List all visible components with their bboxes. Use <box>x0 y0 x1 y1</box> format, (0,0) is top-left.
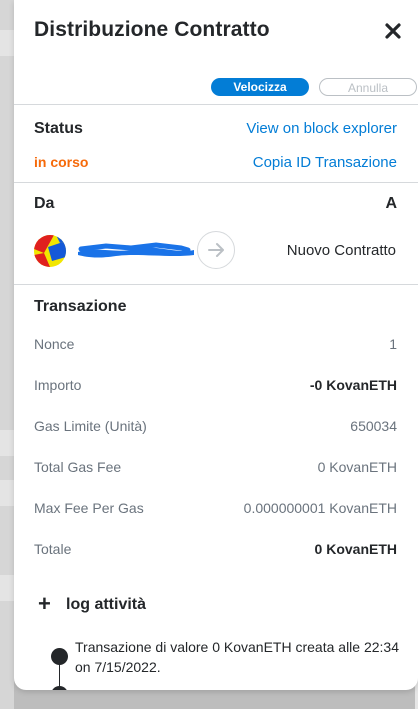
background-element <box>0 575 14 601</box>
to-name: Nuovo Contratto <box>286 242 396 259</box>
tx-row-gas-limit: Gas Limite (Unità) 650034 <box>34 418 397 438</box>
tx-row-total-gas-fee: Total Gas Fee 0 KovanETH <box>34 459 397 479</box>
copy-tx-id-link[interactable]: Copia ID Transazione <box>253 154 397 171</box>
tx-row-key: Gas Limite (Unità) <box>34 418 147 434</box>
transaction-title: Transazione <box>34 298 127 315</box>
arrow-right-icon <box>197 231 235 269</box>
from-address-redacted <box>76 242 196 258</box>
tx-row-key: Nonce <box>34 336 75 352</box>
status-label: Status <box>34 120 83 137</box>
speed-up-button[interactable]: Velocizza <box>211 78 309 96</box>
tx-row-key: Max Fee Per Gas <box>34 500 144 516</box>
activity-log-toggle[interactable]: + log attività <box>38 591 147 616</box>
tx-row-key: Importo <box>34 377 82 393</box>
block-explorer-link[interactable]: View on block explorer <box>246 120 397 137</box>
tx-row-value: 650034 <box>350 418 397 434</box>
divider <box>14 284 418 285</box>
timeline-dot <box>51 648 68 665</box>
background-element <box>0 430 14 456</box>
status-badge: in corso <box>34 154 89 170</box>
modal-title: Distribuzione Contratto <box>34 18 270 41</box>
from-label: Da <box>34 195 55 212</box>
activity-log-entry: Transazione di valore 0 KovanETH creata … <box>75 639 399 675</box>
tx-row-amount: Importo -0 KovanETH <box>34 377 397 397</box>
tx-row-value: 0 KovanETH <box>317 459 397 475</box>
tx-row-value: 0 KovanETH <box>314 541 397 557</box>
background-page <box>0 0 14 709</box>
close-icon <box>385 23 401 39</box>
tx-row-total: Totale 0 KovanETH <box>34 541 397 561</box>
tx-row-key: Total Gas Fee <box>34 459 122 475</box>
to-label: A <box>385 195 397 212</box>
transaction-details-modal: Distribuzione Contratto Velocizza Annull… <box>14 0 418 690</box>
tx-row-value: 0.000000001 KovanETH <box>243 500 397 516</box>
tx-row-value: 1 <box>389 336 397 352</box>
tx-row-max-fee: Max Fee Per Gas 0.000000001 KovanETH <box>34 500 397 520</box>
timeline-dot <box>51 686 68 690</box>
background-element <box>0 480 14 506</box>
tx-row-key: Totale <box>34 541 72 557</box>
divider <box>14 182 418 183</box>
background-element <box>0 30 14 56</box>
tx-row-value: -0 KovanETH <box>309 377 397 393</box>
divider <box>14 104 418 105</box>
cancel-button[interactable]: Annulla <box>319 78 417 96</box>
activity-log-title: log attività <box>66 596 147 613</box>
close-button[interactable] <box>382 20 404 42</box>
tx-row-nonce: Nonce 1 <box>34 336 397 356</box>
plus-icon: + <box>38 591 51 616</box>
from-avatar <box>34 235 66 267</box>
